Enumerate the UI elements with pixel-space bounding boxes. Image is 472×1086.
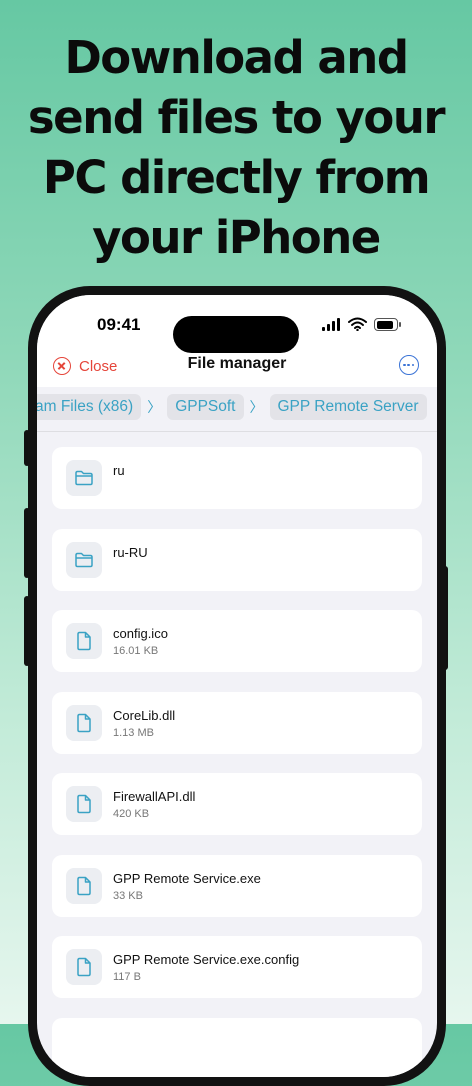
headline-line-1: Download and	[64, 31, 409, 84]
more-options-button[interactable]	[399, 355, 419, 375]
breadcrumb-item[interactable]: GPP Remote Server	[269, 394, 427, 420]
navigation-bar: 09:41 Close File manager	[37, 295, 437, 387]
document-icon	[66, 786, 102, 822]
document-icon	[66, 867, 102, 904]
headline-line-3: PC directly from	[42, 151, 431, 204]
document-icon	[66, 949, 102, 985]
file-name: FirewallAPI.dll	[113, 789, 196, 804]
signal-icon	[322, 318, 342, 331]
list-item-partial[interactable]	[52, 1017, 422, 1077]
headline-line-4: your iPhone	[92, 211, 381, 264]
file-size: 1.13 MB	[113, 726, 154, 739]
battery-icon	[374, 318, 401, 331]
status-time: 09:41	[97, 315, 141, 334]
phone-screen: 09:41 Close File manager am Files (x86) …	[37, 295, 437, 1077]
file-name: CoreLib.dll	[113, 707, 176, 723]
document-icon	[66, 623, 102, 659]
file-name: ru	[113, 463, 125, 478]
breadcrumb: am Files (x86) 〉 GPPSoft 〉 GPP Remote Se…	[37, 387, 437, 432]
breadcrumb-row: am Files (x86) 〉 GPPSoft 〉 GPP Remote Se…	[37, 394, 427, 420]
list-item[interactable]: GPP Remote Service.exe 33 KB	[52, 854, 422, 917]
breadcrumb-item[interactable]: am Files (x86)	[37, 394, 142, 420]
chevron-right-icon: 〉	[147, 399, 162, 415]
breadcrumb-item[interactable]: GPPSoft	[167, 394, 244, 420]
file-name: GPP Remote Service.exe	[113, 870, 261, 886]
list-item[interactable]: CoreLib.dll 1.13 MB	[52, 691, 422, 754]
list-item[interactable]: ru	[52, 447, 422, 509]
list-item[interactable]: FirewallAPI.dll 420 KB	[52, 773, 422, 835]
page-title: File manager	[187, 355, 287, 372]
wifi-icon	[348, 317, 367, 331]
file-name: config.ico	[113, 626, 168, 641]
folder-icon	[66, 460, 102, 496]
list-item[interactable]: config.ico 16.01 KB	[52, 610, 422, 672]
status-icons	[322, 317, 402, 332]
file-size: 420 KB	[113, 808, 150, 820]
file-size: 33 KB	[113, 889, 143, 902]
file-size: 117 B	[113, 971, 141, 983]
file-name: GPP Remote Service.exe.config	[113, 952, 300, 967]
file-size: 16.01 KB	[113, 645, 159, 657]
dynamic-island	[173, 316, 299, 353]
headline-line-2: send files to your	[27, 91, 446, 144]
file-name: ru-RU	[113, 544, 148, 560]
folder-icon	[66, 541, 102, 578]
chevron-right-icon: 〉	[249, 399, 264, 415]
document-icon	[66, 704, 102, 741]
file-list: ru ru-RU config.ico 16.01 KB CoreLib.dll…	[52, 447, 422, 1077]
phone-frame: 09:41 Close File manager am Files (x86) …	[28, 286, 446, 1086]
list-item[interactable]: ru-RU	[52, 528, 422, 591]
list-item[interactable]: GPP Remote Service.exe.config 117 B	[52, 936, 422, 998]
headline: Download and send files to your PC direc…	[0, 28, 472, 268]
